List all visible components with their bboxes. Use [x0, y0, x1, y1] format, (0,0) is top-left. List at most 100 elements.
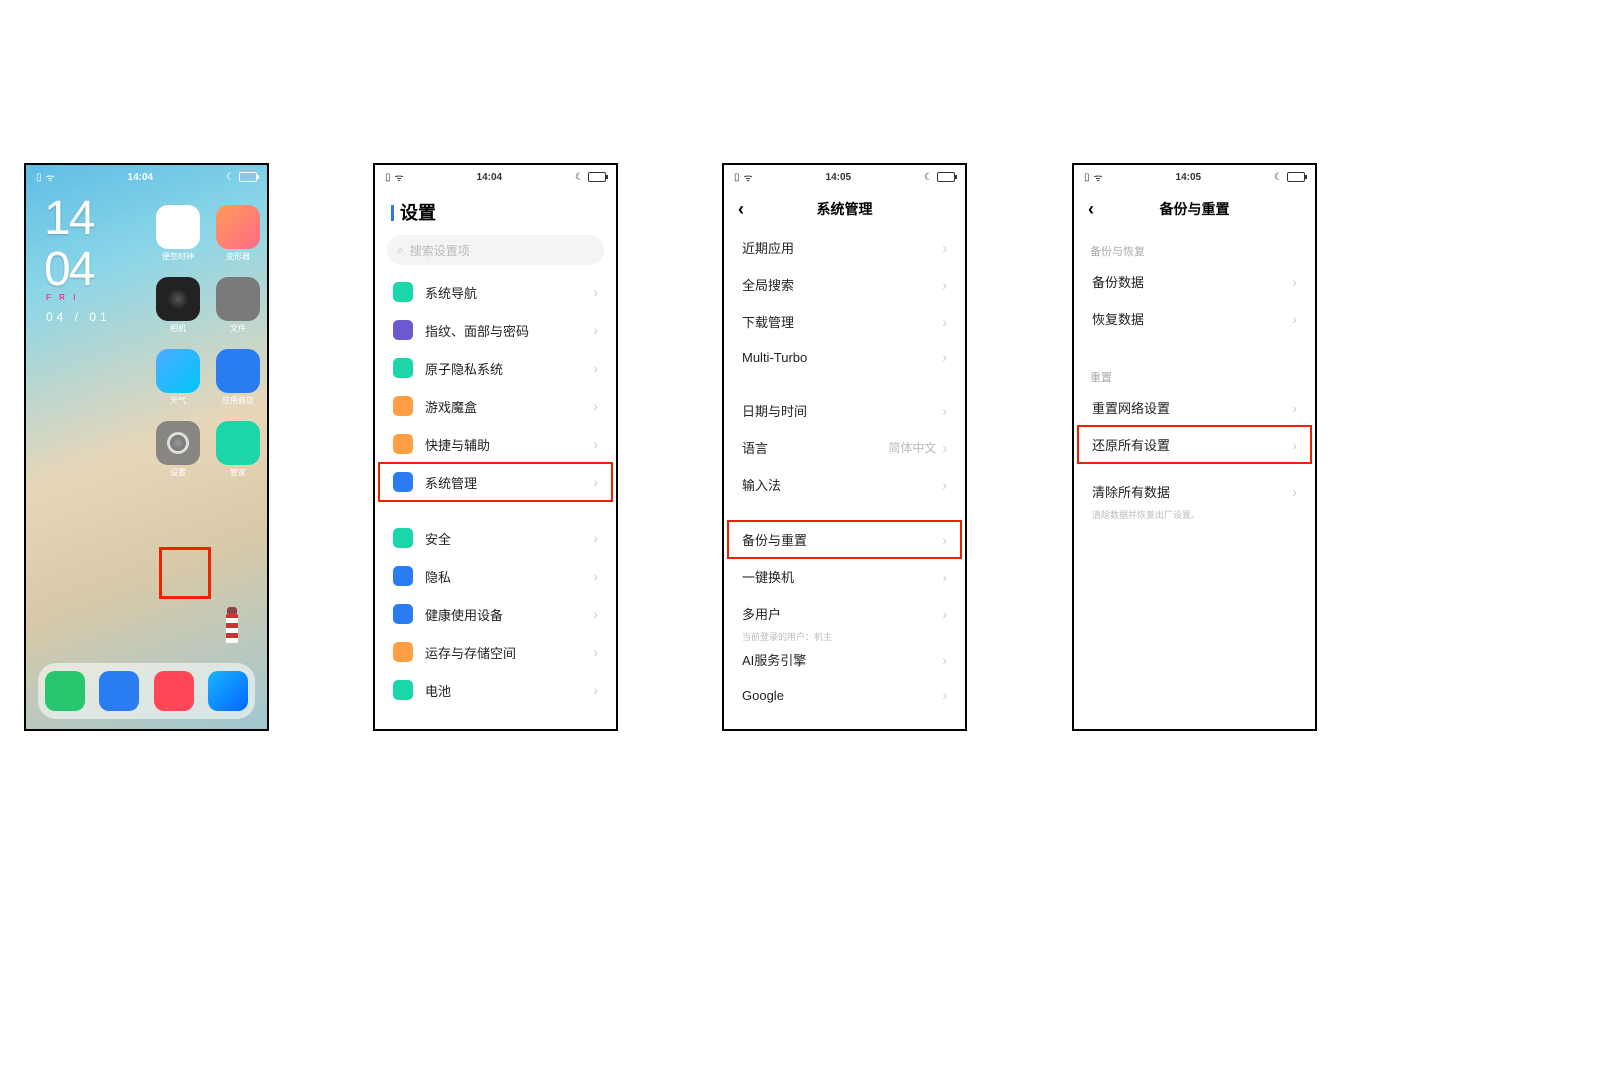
dock-phone[interactable] — [45, 671, 85, 711]
row-label: 游戏魔盒 — [425, 397, 593, 416]
phone-system-management: ▯ᯤ 14:05 ☾ ‹ 系统管理 近期应用›全局搜索›下载管理›Multi-T… — [722, 163, 967, 731]
row-icon — [393, 358, 413, 378]
dock-vivo[interactable] — [208, 671, 248, 711]
row-Multi-Turbo[interactable]: Multi-Turbo› — [728, 340, 961, 374]
row-subtitle: 清除数据并恢复出厂设置。 — [1092, 508, 1200, 521]
app-设置[interactable]: 设置 — [156, 421, 200, 465]
row-Google[interactable]: Google› — [728, 678, 961, 712]
row-输入法[interactable]: 输入法› — [728, 466, 961, 503]
app-grid: 便签时钟变形器相机文件天气应用商店设置管家 — [156, 205, 257, 485]
row-label: 备份数据 — [1092, 272, 1292, 291]
status-bar: ▯ᯤ 14:05 ☾ — [724, 165, 965, 189]
page-title: 设置 — [375, 189, 616, 229]
app-label: 便签时钟 — [156, 251, 200, 262]
app-label: 文件 — [216, 323, 260, 334]
app-应用商店[interactable]: 应用商店 — [216, 349, 260, 393]
page-title: 备份与重置 — [1074, 199, 1315, 219]
row-全局搜索[interactable]: 全局搜索› — [728, 266, 961, 303]
app-管家[interactable]: 管家 — [216, 421, 260, 465]
row-语言[interactable]: 语言简体中文› — [728, 429, 961, 466]
row-重置网络设置[interactable]: 重置网络设置› — [1078, 389, 1311, 426]
battery-icon — [239, 172, 257, 182]
row-隐私[interactable]: 隐私› — [379, 557, 612, 595]
app-文件[interactable]: 文件 — [216, 277, 260, 321]
row-icon — [393, 320, 413, 340]
status-bar: ▯ᯤ 14:05 ☾ — [1074, 165, 1315, 189]
highlight-settings-app — [159, 547, 211, 599]
dock-music[interactable] — [154, 671, 194, 711]
row-下载管理[interactable]: 下载管理› — [728, 303, 961, 340]
row-清除所有数据[interactable]: 清除所有数据›清除数据并恢复出厂设置。 — [1078, 473, 1311, 519]
app-label: 相机 — [156, 323, 200, 334]
row-label: 还原所有设置 — [1092, 435, 1292, 454]
chevron-right-icon: › — [593, 606, 598, 622]
row-运存与存储空间[interactable]: 运存与存储空间› — [379, 633, 612, 671]
row-快捷与辅助[interactable]: 快捷与辅助› — [379, 425, 612, 463]
header: ‹ 备份与重置 — [1074, 189, 1315, 229]
row-icon — [393, 680, 413, 700]
search-input[interactable]: ⌕ 搜索设置项 — [387, 235, 604, 265]
dock-browser[interactable] — [99, 671, 139, 711]
chevron-right-icon: › — [942, 532, 947, 548]
row-还原所有设置[interactable]: 还原所有设置› — [1078, 426, 1311, 463]
chevron-right-icon: › — [942, 652, 947, 668]
app-便签时钟[interactable]: 便签时钟 — [156, 205, 200, 249]
chevron-right-icon: › — [593, 474, 598, 490]
wifi-icon: ᯤ — [1094, 170, 1103, 184]
row-近期应用[interactable]: 近期应用› — [728, 229, 961, 266]
chevron-right-icon: › — [593, 398, 598, 414]
header: ‹ 系统管理 — [724, 189, 965, 229]
row-游戏魔盒[interactable]: 游戏魔盒› — [379, 387, 612, 425]
phone-backup-reset: ▯ᯤ 14:05 ☾ ‹ 备份与重置 备份与恢复 备份数据›恢复数据› 重置 重… — [1072, 163, 1317, 731]
row-label: 原子隐私系统 — [425, 359, 593, 378]
row-AI服务引擎[interactable]: AI服务引擎› — [728, 641, 961, 678]
row-label: 运存与存储空间 — [425, 643, 593, 662]
app-label: 设置 — [156, 467, 200, 478]
phone-settings: ▯ᯤ 14:04 ☾ 设置 ⌕ 搜索设置项 系统导航›指纹、面部与密码›原子隐私… — [373, 163, 618, 731]
status-time: 14:05 — [826, 172, 852, 183]
row-label: 恢复数据 — [1092, 309, 1292, 328]
row-icon — [393, 396, 413, 416]
row-日期与时间[interactable]: 日期与时间› — [728, 392, 961, 429]
wifi-icon: ᯤ — [744, 170, 753, 184]
chevron-right-icon: › — [942, 314, 947, 330]
row-label: 重置网络设置 — [1092, 398, 1292, 417]
sys-list-1: 近期应用›全局搜索›下载管理›Multi-Turbo› — [724, 229, 965, 374]
row-value: 简体中文 — [888, 439, 936, 456]
section-reset: 重置 — [1074, 355, 1315, 389]
status-bar: ▯ᯤ 14:04 ☾ — [26, 165, 267, 189]
sim-icon: ▯ — [734, 172, 740, 183]
status-time: 14:04 — [477, 172, 503, 183]
row-备份数据[interactable]: 备份数据› — [1078, 263, 1311, 300]
row-label: 日期与时间 — [742, 401, 942, 420]
row-多用户[interactable]: 多用户›当前登录的用户：机主 — [728, 595, 961, 641]
row-备份与重置[interactable]: 备份与重置› — [728, 521, 961, 558]
app-相机[interactable]: 相机 — [156, 277, 200, 321]
chevron-right-icon: › — [1292, 484, 1297, 500]
row-原子隐私系统[interactable]: 原子隐私系统› — [379, 349, 612, 387]
row-指纹、面部与密码[interactable]: 指纹、面部与密码› — [379, 311, 612, 349]
status-bar: ▯ᯤ 14:04 ☾ — [375, 165, 616, 189]
app-天气[interactable]: 天气 — [156, 349, 200, 393]
row-icon — [393, 604, 413, 624]
app-label: 管家 — [216, 467, 260, 478]
row-label: 快捷与辅助 — [425, 435, 593, 454]
status-time: 14:04 — [128, 172, 154, 183]
row-label: Google — [742, 688, 942, 703]
row-电池[interactable]: 电池› — [379, 671, 612, 709]
row-系统管理[interactable]: 系统管理› — [379, 463, 612, 501]
row-系统导航[interactable]: 系统导航› — [379, 273, 612, 311]
app-变形器[interactable]: 变形器 — [216, 205, 260, 249]
row-健康使用设备[interactable]: 健康使用设备› — [379, 595, 612, 633]
wifi-icon: ᯤ — [46, 170, 55, 184]
do-not-disturb-icon: ☾ — [1274, 172, 1283, 183]
row-label: 指纹、面部与密码 — [425, 321, 593, 340]
row-一键换机[interactable]: 一键换机› — [728, 558, 961, 595]
page-title: 系统管理 — [724, 199, 965, 219]
row-label: Multi-Turbo — [742, 350, 942, 365]
settings-list-1: 系统导航›指纹、面部与密码›原子隐私系统›游戏魔盒›快捷与辅助›系统管理› — [375, 273, 616, 501]
row-恢复数据[interactable]: 恢复数据› — [1078, 300, 1311, 337]
row-安全[interactable]: 安全› — [379, 519, 612, 557]
wallpaper-lighthouse — [226, 613, 238, 643]
phone-home-screen: ▯ᯤ 14:04 ☾ 14 04 F R I 04 / 01 便签时钟变形器相机… — [24, 163, 269, 731]
